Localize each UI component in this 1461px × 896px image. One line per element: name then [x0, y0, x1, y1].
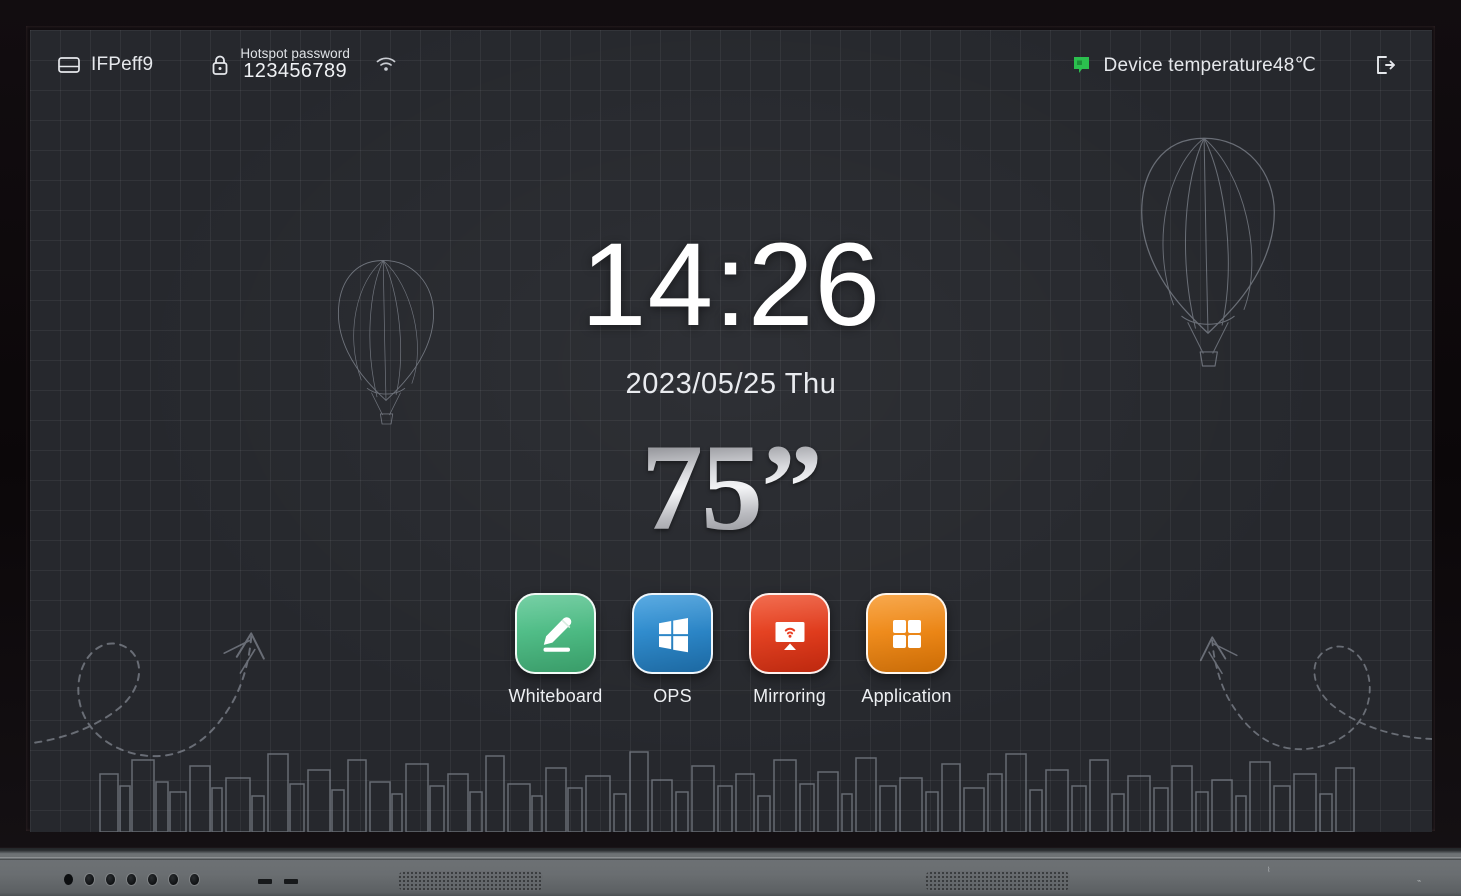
wifi-indicator[interactable] — [376, 57, 396, 72]
whiteboard-label: Whiteboard — [508, 686, 603, 706]
hotspot-password-value: 123456789 — [243, 60, 347, 83]
application-label: Application — [861, 686, 952, 706]
clock-time: 14:26 — [580, 219, 882, 351]
control-dot[interactable] — [85, 874, 94, 885]
skyline-icon — [99, 751, 1355, 832]
port-mark — [284, 879, 298, 884]
exit-button[interactable] — [1374, 54, 1396, 76]
control-dot[interactable] — [148, 874, 157, 885]
control-dot[interactable] — [190, 874, 199, 885]
application-icon-tile[interactable] — [866, 593, 947, 674]
bezel-control-dots[interactable] — [64, 874, 199, 885]
windows-icon — [653, 614, 693, 654]
app-ops[interactable]: OPS — [632, 593, 713, 707]
clock-widget: 14:26 2023/05/25 Thu — [30, 226, 1432, 401]
control-dot[interactable] — [64, 874, 73, 885]
control-dot[interactable] — [106, 874, 115, 885]
speaker-grille-right — [925, 871, 1070, 891]
device-name-label: IFPeff9 — [91, 53, 154, 75]
app-dock: Whiteboard OPS Mirroring Application — [30, 593, 1432, 707]
bezel-mark-a: ⌇ — [1267, 867, 1271, 874]
temperature-monitor-icon — [1073, 56, 1093, 75]
interactive-flat-panel-device: IFPeff9 Hotspot password 123456789 Devic… — [0, 0, 1461, 896]
ops-label: OPS — [653, 686, 692, 706]
lock-icon — [211, 54, 229, 76]
exit-icon — [1374, 54, 1396, 76]
app-whiteboard[interactable]: Whiteboard — [508, 593, 602, 707]
app-application[interactable]: Application — [861, 593, 951, 707]
display-icon — [58, 57, 80, 73]
bezel-shadow-line — [0, 859, 1461, 860]
pencil-icon — [533, 611, 579, 657]
wifi-icon — [376, 57, 396, 72]
status-bar: IFPeff9 Hotspot password 123456789 Devic… — [30, 30, 1432, 100]
ops-icon-tile[interactable] — [632, 593, 713, 674]
bezel-mark-b: ⌁ — [1417, 878, 1422, 885]
hotspot-password-title: Hotspot password — [240, 45, 350, 61]
port-mark — [258, 879, 272, 884]
device-name-indicator[interactable]: IFPeff9 — [58, 54, 153, 76]
mirroring-icon-tile[interactable] — [749, 593, 830, 674]
whiteboard-icon-tile[interactable] — [515, 593, 596, 674]
device-temperature-indicator[interactable]: Device temperature48℃ — [1073, 54, 1316, 77]
hotspot-password-indicator[interactable]: Hotspot password 123456789 — [211, 45, 350, 83]
control-dot[interactable] — [127, 874, 136, 885]
app-mirroring[interactable]: Mirroring — [749, 593, 830, 707]
grid-apps-icon — [887, 614, 927, 654]
screen-size-logo: 75” — [30, 426, 1432, 550]
device-temperature-label: Device temperature48℃ — [1103, 54, 1316, 76]
device-lower-bezel — [0, 848, 1461, 896]
speaker-grille-left — [398, 871, 543, 891]
bezel-port-marks — [258, 879, 298, 884]
clock-date: 2023/05/25 Thu — [625, 368, 837, 400]
control-dot[interactable] — [169, 874, 178, 885]
screen-cast-icon — [767, 611, 813, 657]
bezel-highlight-line — [0, 857, 1461, 858]
mirroring-label: Mirroring — [753, 686, 826, 706]
display-screen: IFPeff9 Hotspot password 123456789 Devic… — [30, 30, 1432, 832]
